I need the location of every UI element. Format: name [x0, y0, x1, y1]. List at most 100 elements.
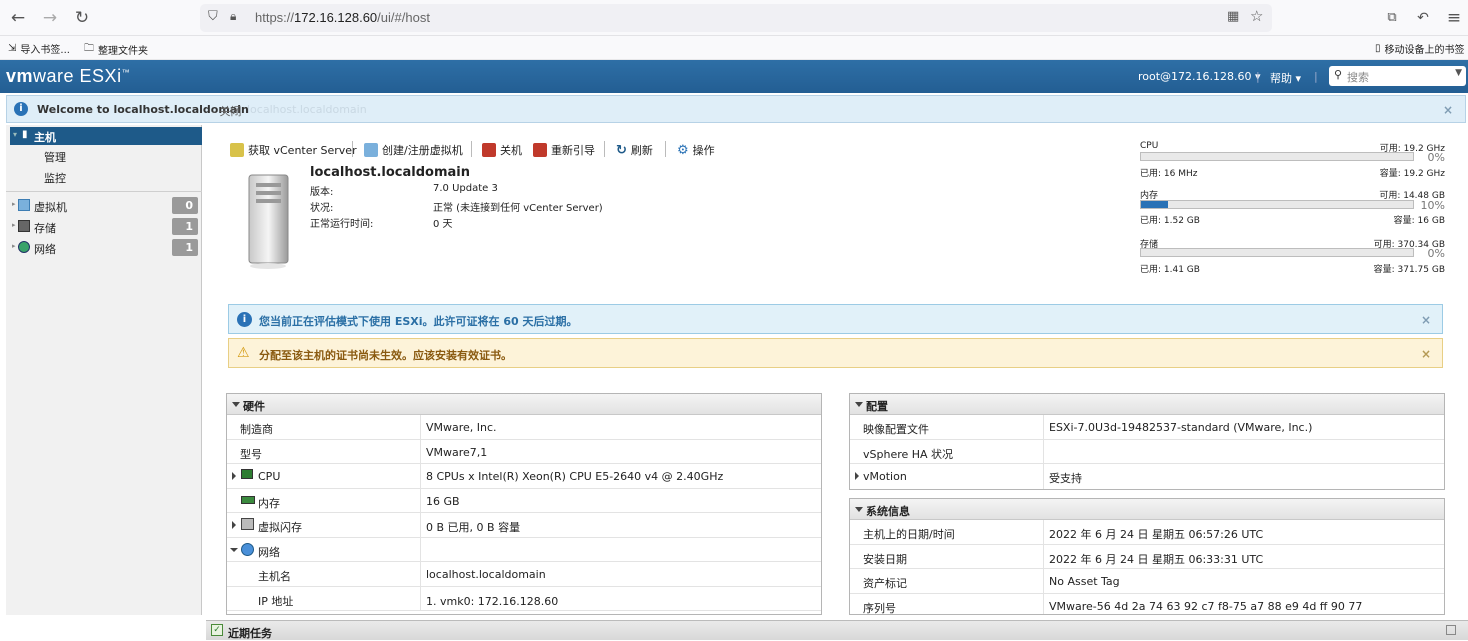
- bookmark-organize[interactable]: 🗀 整理文件夹: [84, 41, 148, 58]
- address-bar[interactable]: ⛉ 🔒︎ https://172.16.128.60/ui/#/host ▦ ☆: [200, 4, 1272, 32]
- chevron-right-icon[interactable]: [855, 472, 859, 480]
- table-row: vSphere HA 状况: [850, 439, 1444, 464]
- cpu-icon: [241, 469, 253, 479]
- resource-used: 已用: 1.41 GB: [1140, 265, 1200, 275]
- table-row[interactable]: 虚拟闪存 0 B 已用, 0 B 容量: [227, 513, 821, 538]
- lock-icon: 🔒︎: [230, 9, 237, 23]
- bookmark-mobile[interactable]: ▯ 移动设备上的书签: [1375, 41, 1465, 56]
- resource-name: CPU: [1140, 141, 1159, 151]
- table-row[interactable]: vMotion 受支持: [850, 464, 1444, 489]
- count-badge: 1: [172, 239, 198, 256]
- user-menu[interactable]: root@172.16.128.60 ▾: [1138, 70, 1261, 83]
- usage-bar: [1140, 152, 1414, 161]
- chevron-right-icon[interactable]: ▸: [12, 200, 16, 208]
- extensions-icon[interactable]: ⧉: [1382, 8, 1402, 28]
- close-icon[interactable]: ×: [1421, 313, 1431, 327]
- power-off-icon: [482, 143, 496, 157]
- folder-icon: 🗀: [84, 43, 94, 54]
- vmware-logo: vmware ESXi™: [6, 66, 131, 86]
- uptime-value: 0 天: [433, 219, 453, 230]
- restore-icon[interactable]: [1446, 625, 1456, 635]
- chevron-down-icon[interactable]: ▼: [1455, 68, 1462, 78]
- search-input[interactable]: ⚲ 搜索 ▼: [1329, 66, 1466, 86]
- toolbar-divider: [352, 141, 353, 157]
- host-name: localhost.localdomain: [310, 165, 470, 180]
- sidebar-item-monitor[interactable]: 监控: [44, 170, 66, 186]
- state-label: 状况:: [310, 203, 334, 214]
- system-info-panel-header[interactable]: 系统信息: [850, 499, 1444, 520]
- browser-toolbar: ← → ↻ ⛉ 🔒︎ https://172.16.128.60/ui/#/ho…: [0, 0, 1468, 36]
- resource-used: 已用: 1.52 GB: [1140, 216, 1200, 226]
- server-icon: [248, 174, 289, 269]
- navigator: ▾ ▮ 主机 管理 监控 ▸ 虚拟机 0 ▸ 存储 1 ▸ 网络 1: [6, 125, 202, 615]
- resource-percent: 0%: [1427, 247, 1445, 260]
- back-icon[interactable]: ←: [8, 8, 28, 28]
- chevron-right-icon[interactable]: [232, 472, 236, 480]
- divider: [6, 191, 202, 192]
- count-badge: 0: [172, 197, 198, 214]
- table-row[interactable]: CPU 8 CPUs x Intel(R) Xeon(R) CPU E5-2640…: [227, 464, 821, 489]
- reload-icon[interactable]: ↻: [72, 8, 92, 28]
- shield-icon: ⛉: [208, 9, 218, 24]
- recent-tasks-bar[interactable]: ✓ 近期任务: [206, 620, 1468, 640]
- reboot-icon: [533, 143, 547, 157]
- welcome-close-link[interactable]: - 关闭: [212, 103, 241, 119]
- sidebar-item-network[interactable]: ▸ 网络 1: [12, 239, 198, 257]
- resource-percent: 0%: [1427, 151, 1445, 164]
- resource-percent: 10%: [1420, 199, 1445, 212]
- chevron-down-icon[interactable]: [230, 547, 238, 552]
- undo-icon[interactable]: ↶: [1413, 8, 1433, 28]
- chevron-right-icon[interactable]: ▸: [12, 221, 16, 229]
- refresh-icon: ↻: [616, 142, 627, 158]
- help-menu[interactable]: 帮助 ▾: [1270, 70, 1301, 86]
- create-vm-button[interactable]: 创建/注册虚拟机: [364, 142, 463, 158]
- warning-icon: ⚠: [237, 345, 250, 361]
- welcome-banner: i localhost.localdomain Welcome to local…: [6, 95, 1466, 123]
- host-icon: ▮: [22, 129, 28, 140]
- star-icon[interactable]: ☆: [1250, 7, 1263, 25]
- network-icon: [241, 542, 254, 556]
- chevron-down-icon[interactable]: ▾: [13, 130, 17, 139]
- shutdown-button[interactable]: 关机: [482, 142, 522, 158]
- import-icon: ⇲: [8, 43, 17, 54]
- sidebar-item-vms[interactable]: ▸ 虚拟机 0: [12, 197, 198, 215]
- version-label: 版本:: [310, 187, 334, 198]
- configuration-panel-header[interactable]: 配置: [850, 394, 1444, 415]
- hardware-panel-header[interactable]: 硬件: [227, 394, 821, 415]
- version-value: 7.0 Update 3: [433, 183, 498, 194]
- resource-used: 已用: 16 MHz: [1140, 169, 1198, 179]
- close-icon[interactable]: ×: [1421, 347, 1431, 361]
- license-info-alert: i 您当前正在评估模式下使用 ESXi。此许可证将在 60 天后过期。 ×: [228, 304, 1443, 334]
- gear-icon: ⚙: [677, 142, 689, 158]
- chevron-right-icon[interactable]: ▸: [12, 242, 16, 250]
- mobile-icon: ▯: [1375, 43, 1381, 54]
- table-row: 主机名 localhost.localdomain: [227, 562, 821, 587]
- search-icon: ⚲: [1334, 68, 1343, 81]
- qr-code-icon[interactable]: ▦: [1227, 9, 1239, 24]
- menu-icon[interactable]: ≡: [1444, 8, 1464, 28]
- table-row: 映像配置文件 ESXi-7.0U3d-19482537-standard (VMw…: [850, 415, 1444, 440]
- chevron-right-icon[interactable]: [232, 521, 236, 529]
- toolbar-divider: [665, 141, 666, 157]
- get-vcenter-button[interactable]: 获取 vCenter Server: [230, 142, 357, 158]
- uptime-label: 正常运行时间:: [310, 219, 374, 230]
- host-summary: 获取 vCenter Server 创建/注册虚拟机 关机 重新引导 ↻ 刷新 ⚙…: [206, 125, 1468, 615]
- refresh-button[interactable]: ↻ 刷新: [616, 142, 653, 158]
- toolbar-divider: [604, 141, 605, 157]
- reboot-button[interactable]: 重新引导: [533, 142, 595, 158]
- bookmark-import[interactable]: ⇲ 导入书签...: [8, 41, 70, 56]
- vm-icon: [18, 199, 30, 211]
- sidebar-item-host[interactable]: ▾ ▮ 主机: [10, 127, 202, 145]
- info-icon: i: [14, 102, 28, 116]
- bookmarks-bar: ⇲ 导入书签... 🗀 整理文件夹 ▯ 移动设备上的书签: [0, 36, 1468, 60]
- sidebar-item-manage[interactable]: 管理: [44, 149, 66, 165]
- toolbar-divider: [471, 141, 472, 157]
- forward-icon[interactable]: →: [40, 8, 60, 28]
- system-info-panel: 系统信息 主机上的日期/时间 2022 年 6 月 24 日 星期五 06:57:…: [849, 498, 1445, 615]
- close-icon[interactable]: ×: [1443, 103, 1453, 117]
- table-row[interactable]: 网络: [227, 537, 821, 562]
- table-row: IP 地址 1. vmk0: 172.16.128.60: [227, 586, 821, 611]
- actions-button[interactable]: ⚙ 操作: [677, 142, 715, 158]
- vcenter-icon: [230, 143, 244, 157]
- sidebar-item-storage[interactable]: ▸ 存储 1: [12, 218, 198, 236]
